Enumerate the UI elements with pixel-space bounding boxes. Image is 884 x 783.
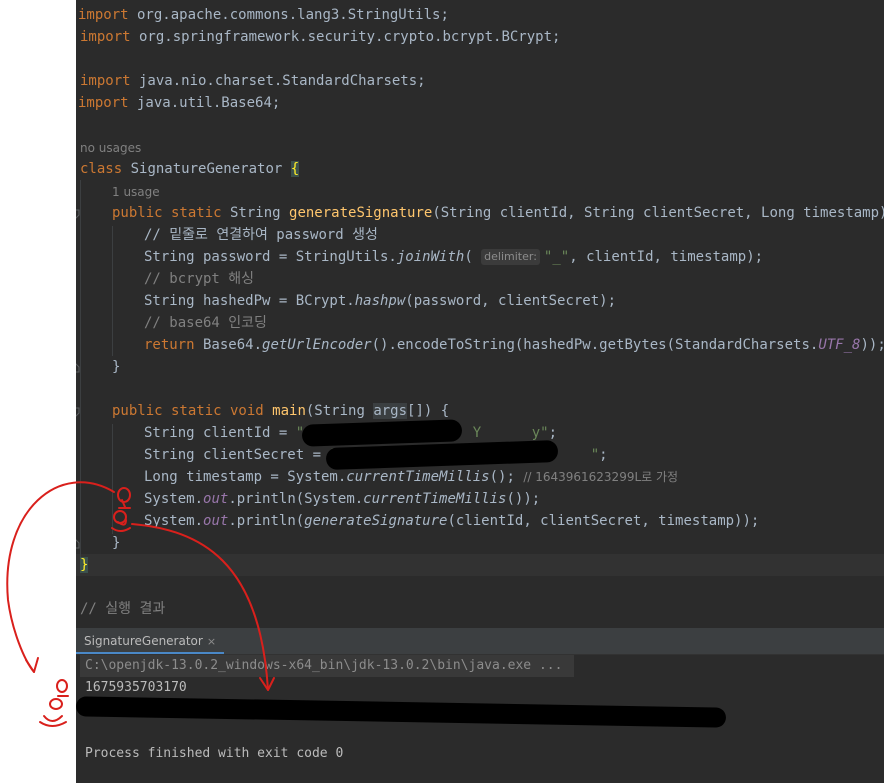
tab-label: SignatureGenerator: [84, 634, 203, 648]
method-signature[interactable]: public static String generateSignature(S…: [112, 202, 884, 224]
code-line[interactable]: System.out.println(generateSignature(cli…: [144, 510, 759, 532]
code-line[interactable]: return Base64.getUrlEncoder().encodeToSt…: [144, 334, 884, 356]
annotation-marker-console-1: [56, 679, 69, 697]
code-line-import[interactable]: import org.springframework.security.cryp…: [80, 26, 560, 48]
code-line-brace[interactable]: }: [112, 356, 120, 378]
indent-guide: [80, 180, 81, 560]
console-command[interactable]: C:\openjdk-13.0.2_windows-x64_bin\jdk-13…: [85, 655, 562, 677]
fold-icon[interactable]: [76, 209, 80, 219]
console-tab-bar: SignatureGenerator ×: [76, 628, 884, 655]
code-line-brace[interactable]: }: [112, 532, 120, 554]
code-editor[interactable]: import org.apache.commons.lang3.StringUt…: [76, 0, 884, 628]
usages-hint[interactable]: no usages: [80, 139, 141, 157]
code-comment: // base64 인코딩: [144, 315, 267, 331]
code-comment: // 1643961623299L로 가정: [523, 470, 679, 484]
fold-icon[interactable]: [76, 539, 80, 549]
redaction-mark: [75, 696, 727, 728]
code-line[interactable]: String hashedPw = BCrypt.hashpw(password…: [144, 290, 616, 312]
annotation-marker-console-2: [39, 698, 67, 727]
console-exit-message[interactable]: Process finished with exit code 0: [85, 743, 343, 765]
parameter-hint: delimiter:: [481, 249, 540, 265]
usages-hint[interactable]: 1 usage: [112, 183, 160, 201]
indent-guide: [112, 424, 113, 534]
close-icon[interactable]: ×: [207, 635, 216, 648]
code-line[interactable]: System.out.println(System.currentTimeMil…: [144, 488, 540, 510]
result-comment: // 실행 결과: [80, 601, 166, 617]
main-signature[interactable]: public static void main(String args[]) {: [112, 400, 449, 422]
run-console[interactable]: SignatureGenerator × C:\openjdk-13.0.2_wi…: [75, 628, 884, 783]
class-declaration[interactable]: class SignatureGenerator {: [80, 158, 300, 180]
code-comment: // bcrypt 해싱: [144, 271, 255, 287]
fold-icon[interactable]: [76, 363, 80, 373]
code-line-import[interactable]: import org.apache.commons.lang3.StringUt…: [78, 4, 449, 26]
console-output-timestamp[interactable]: 1675935703170: [85, 677, 187, 699]
code-line-brace[interactable]: }: [80, 554, 89, 576]
code-line[interactable]: String password = StringUtils.joinWith( …: [144, 246, 763, 268]
code-line-timestamp[interactable]: Long timestamp = System.currentTimeMilli…: [144, 466, 678, 488]
tab-signature-generator[interactable]: SignatureGenerator ×: [76, 628, 225, 654]
indent-guide: [112, 226, 113, 356]
code-line-import[interactable]: import java.nio.charset.StandardCharsets…: [80, 70, 426, 92]
class-keyword: class: [80, 161, 123, 177]
code-comment: // 밑줄로 연결하여 password 생성: [144, 227, 378, 243]
code-line-import[interactable]: import java.util.Base64;: [78, 92, 280, 114]
class-name: SignatureGenerator: [130, 161, 283, 177]
current-line-highlight: [76, 554, 884, 576]
fold-icon[interactable]: [76, 407, 80, 417]
